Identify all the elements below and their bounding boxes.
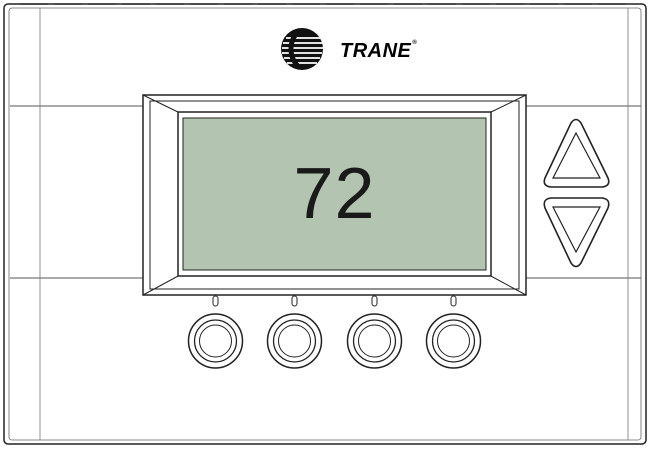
trane-logo-icon — [281, 28, 323, 70]
registered-mark: ® — [412, 40, 418, 46]
soft-key-1-button[interactable] — [188, 313, 243, 369]
soft-key-3-button[interactable] — [347, 313, 402, 369]
up-button[interactable] — [542, 116, 612, 189]
temperature-display: 72 — [293, 154, 376, 234]
brand-name: TRANE — [340, 40, 412, 62]
thermostat: TRANE® 72 — [0, 0, 651, 448]
soft-key-4-button[interactable] — [426, 313, 481, 369]
soft-key-2-button[interactable] — [267, 313, 322, 369]
brand-logo: TRANE® — [340, 40, 417, 63]
down-button[interactable] — [542, 196, 612, 269]
